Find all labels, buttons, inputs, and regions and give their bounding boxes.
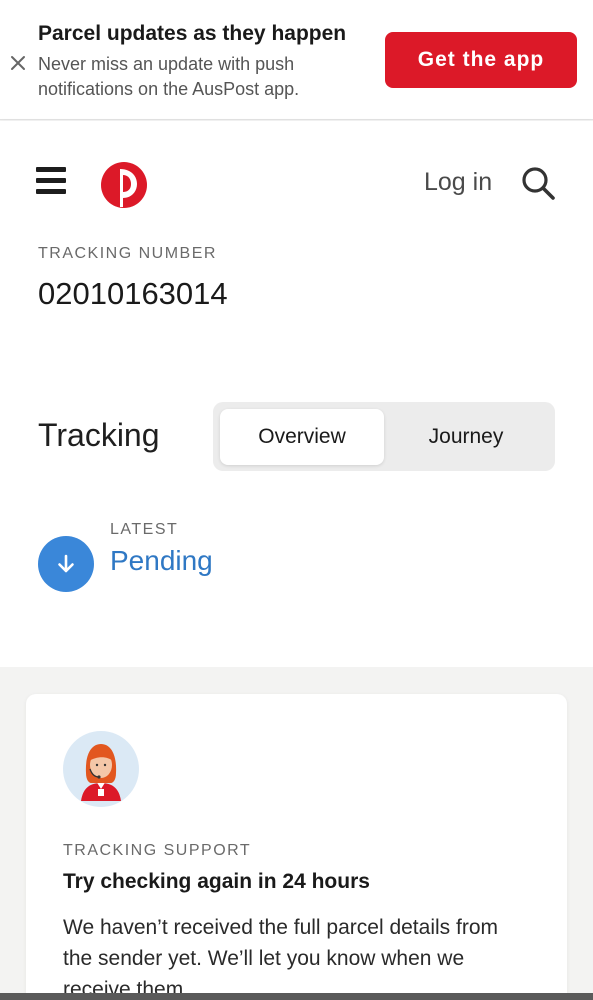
site-header (0, 121, 593, 246)
tracking-support-message: We haven’t received the full parcel deta… (63, 916, 498, 1000)
arrow-down-icon (58, 554, 74, 573)
tracking-heading: Tracking (38, 417, 160, 453)
latest-status-value: Pending (110, 545, 213, 576)
status-arrow-down-icon (38, 536, 94, 592)
hamburger-menu-icon[interactable] (36, 167, 66, 197)
tab-overview[interactable]: Overview (220, 409, 384, 465)
bottom-edge-bar (0, 993, 593, 1000)
login-link[interactable]: Log in (424, 168, 492, 197)
search-icon[interactable] (520, 165, 556, 201)
banner-title: Parcel updates as they happen (38, 22, 347, 45)
banner-description: Never miss an update with push notificat… (38, 54, 300, 99)
latest-status-label: LATEST (110, 521, 179, 538)
tracking-support-title: Try checking again in 24 hours (63, 870, 370, 893)
tracking-number-value: 02010163014 (38, 276, 228, 311)
tracking-number-label: TRACKING NUMBER (38, 245, 217, 262)
get-the-app-button[interactable]: Get the app (385, 32, 577, 88)
tracking-panel (0, 352, 593, 667)
support-agent-avatar (63, 731, 139, 807)
tab-journey[interactable]: Journey (384, 409, 548, 465)
close-icon[interactable] (9, 54, 27, 72)
tracking-support-label: TRACKING SUPPORT (63, 842, 252, 859)
auspost-logo[interactable] (100, 161, 148, 209)
